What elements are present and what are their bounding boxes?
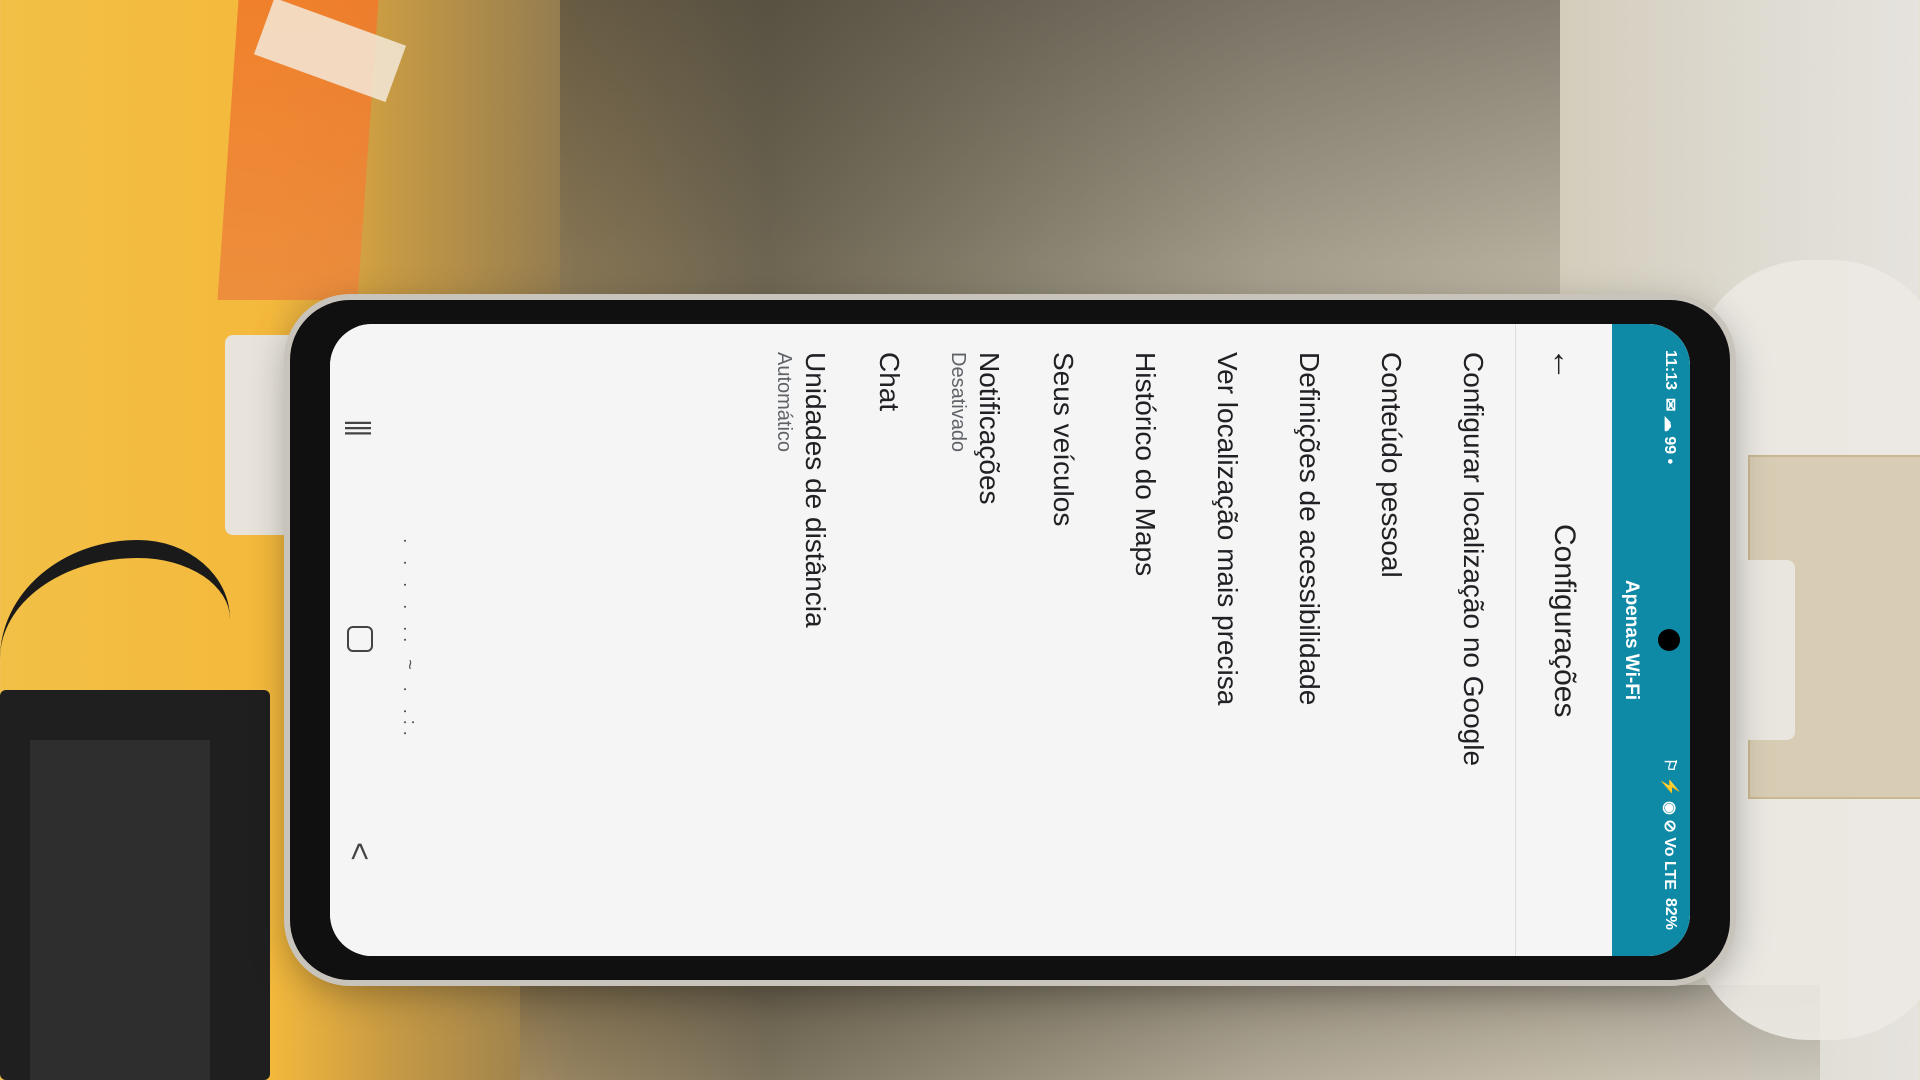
setting-label: Histórico do Maps xyxy=(1130,352,1161,577)
setting-label: Ver localização mais precisa xyxy=(1212,352,1243,706)
wifi-only-text: Apenas Wi-Fi xyxy=(1621,579,1642,701)
setting-label: Configurar localização no Google xyxy=(1458,352,1489,767)
back-button[interactable]: ← xyxy=(1516,324,1612,404)
setting-accessibility[interactable]: Definições de acessibilidade xyxy=(1268,324,1350,956)
home-icon[interactable] xyxy=(347,625,373,652)
phone-mount-left xyxy=(225,335,295,535)
setting-sublabel: Automático xyxy=(773,352,796,453)
system-icons: ⚐ ⚡ ◉ ⊘ Vo LTE xyxy=(1661,757,1678,890)
front-camera xyxy=(1658,629,1680,651)
battery-level: 82% xyxy=(1662,897,1679,930)
setting-label: Seus veículos xyxy=(1048,352,1079,527)
app-bar: ← Configurações xyxy=(1515,324,1612,956)
faded-overlay-text: . . . . .. ~ . .:. xyxy=(400,538,421,742)
setting-precise-location[interactable]: Ver localização mais precisa xyxy=(1186,324,1268,956)
setting-label: Conteúdo pessoal xyxy=(1376,352,1407,578)
page-title: Configurações xyxy=(1548,524,1581,718)
background-shelf xyxy=(560,0,1560,300)
setting-label: Definições de acessibilidade xyxy=(1294,352,1325,706)
notification-icons: ✉ ☁ 99 • xyxy=(1661,398,1678,465)
back-icon[interactable]: < xyxy=(342,842,379,861)
status-time: 11:13 xyxy=(1662,350,1679,391)
setting-distance-units[interactable]: Unidades de distância Automático xyxy=(756,324,848,956)
setting-vehicles[interactable]: Seus veículos xyxy=(1022,324,1104,956)
status-right: ⚐ ⚡ ◉ ⊘ Vo LTE 82% xyxy=(1660,758,1680,930)
setting-configure-location[interactable]: Configurar localização no Google xyxy=(1432,324,1514,956)
navigation-bar: ||| < xyxy=(330,324,390,956)
setting-sublabel: Desativado xyxy=(947,352,970,453)
setting-notifications[interactable]: Notificações Desativado xyxy=(930,324,1022,956)
setting-maps-history[interactable]: Histórico do Maps xyxy=(1104,324,1186,956)
settings-screen: 11:13 ✉ ☁ 99 • ⚐ ⚡ ◉ ⊘ Vo LTE 82% Apenas… xyxy=(330,324,1690,956)
status-bar: 11:13 ✉ ☁ 99 • ⚐ ⚡ ◉ ⊘ Vo LTE 82% xyxy=(1650,324,1690,956)
recent-apps-icon[interactable]: ||| xyxy=(344,419,376,435)
background-shelf-bottom xyxy=(520,985,1820,1080)
background-dark-box-inner xyxy=(30,740,210,1080)
settings-list: Configurar localização no Google Conteúd… xyxy=(756,324,1514,956)
setting-label: Unidades de distância xyxy=(800,352,832,628)
status-left: 11:13 ✉ ☁ 99 • xyxy=(1660,350,1680,464)
setting-label: Notificações xyxy=(974,352,1006,505)
setting-label: Chat xyxy=(874,352,905,412)
setting-chat[interactable]: Chat xyxy=(848,324,930,956)
phone-device: 11:13 ✉ ☁ 99 • ⚐ ⚡ ◉ ⊘ Vo LTE 82% Apenas… xyxy=(290,300,1730,980)
setting-personal-content[interactable]: Conteúdo pessoal xyxy=(1350,324,1432,956)
phone-screen: 11:13 ✉ ☁ 99 • ⚐ ⚡ ◉ ⊘ Vo LTE 82% Apenas… xyxy=(330,324,1690,956)
back-arrow-icon: ← xyxy=(1545,347,1584,381)
wifi-only-banner: Apenas Wi-Fi xyxy=(1612,324,1650,956)
